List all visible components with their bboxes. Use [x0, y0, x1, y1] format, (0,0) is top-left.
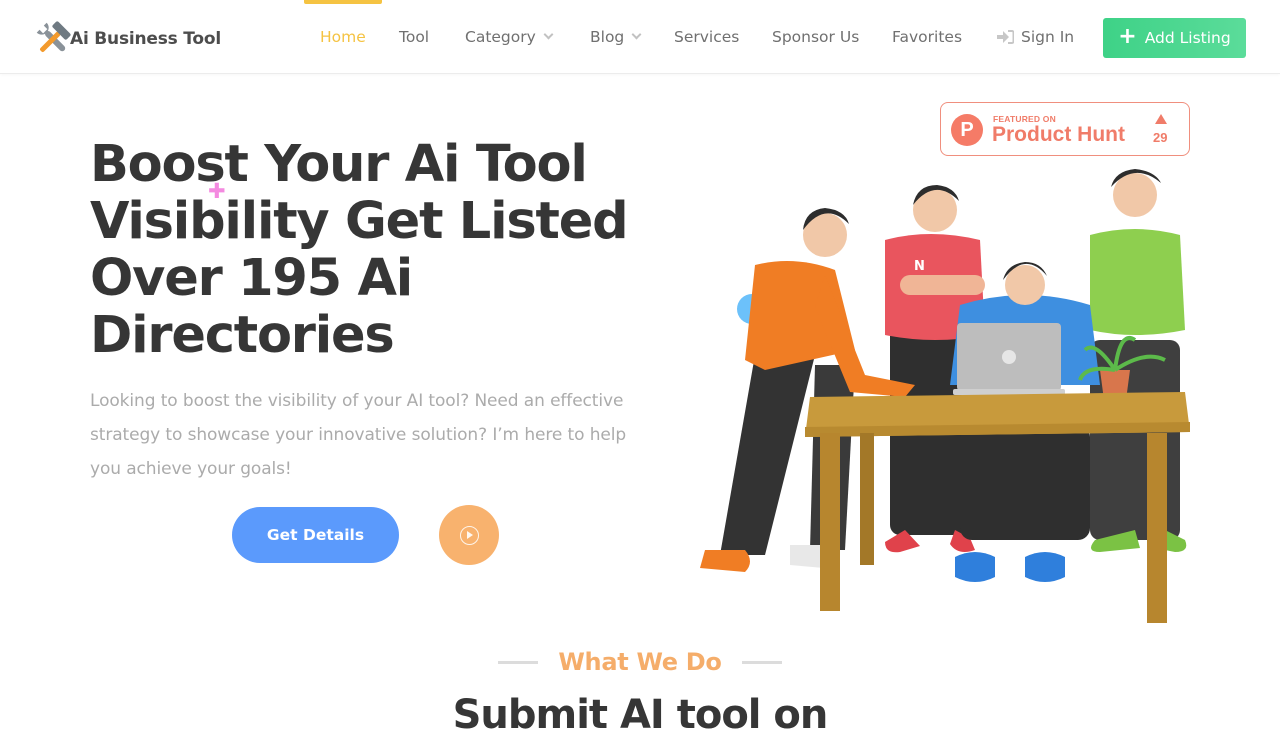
add-listing-button[interactable]: + Add Listing	[1103, 18, 1246, 58]
nav-services-label: Services	[674, 28, 740, 46]
chevron-down-icon	[543, 29, 554, 40]
nav-sponsor-us[interactable]: Sponsor Us	[772, 0, 859, 74]
site-header: Ai Business Tool Home Tool Category Blog…	[0, 0, 1280, 74]
person-orange	[700, 208, 915, 572]
add-listing-label: Add Listing	[1144, 29, 1231, 47]
hero-title-line: Over 195 Ai	[90, 249, 413, 308]
upvote-arrow-icon	[1155, 114, 1167, 124]
get-details-label: Get Details	[266, 526, 365, 544]
nav-tool[interactable]: Tool	[399, 0, 429, 74]
svg-text:N: N	[914, 259, 925, 274]
get-details-button[interactable]: Get Details	[232, 507, 399, 563]
sign-in-icon	[997, 30, 1014, 44]
nav-services[interactable]: Services	[674, 0, 739, 74]
divider	[741, 660, 782, 664]
play-video-button[interactable]	[439, 505, 499, 565]
section-label-text: What We Do	[558, 648, 722, 676]
tools-icon	[36, 21, 71, 52]
nav-blog[interactable]: Blog	[590, 0, 642, 74]
hero-title-line: Directories	[90, 306, 395, 365]
nav-favorites-label: Favorites	[892, 28, 963, 46]
section-label: What We Do	[0, 648, 1280, 676]
nav-home[interactable]: Home	[304, 0, 382, 74]
nav-home-label: Home	[320, 28, 366, 46]
play-icon	[459, 525, 479, 545]
sign-in-link[interactable]: Sign In	[997, 0, 1074, 74]
upvote-count: 29	[1153, 130, 1168, 145]
logo-text: Ai Business Tool	[70, 29, 222, 49]
divider	[498, 660, 539, 664]
nav-blog-label: Blog	[590, 28, 625, 46]
nav-category-label: Category	[465, 28, 536, 46]
hero-title-line: Visibility Get Listed	[90, 192, 629, 251]
section-title: Submit AI tool on	[452, 692, 829, 738]
nav-favorites[interactable]: Favorites	[892, 0, 962, 74]
hero-title: Boost Your Ai Tool Visibility Get Listed…	[90, 136, 650, 364]
product-hunt-name: Product Hunt	[992, 123, 1125, 146]
logo-link[interactable]: Ai Business Tool	[34, 20, 221, 58]
laptop	[953, 323, 1065, 395]
team-illustration: N	[700, 169, 1190, 623]
nav-category[interactable]: Category	[465, 0, 554, 74]
nav-tool-label: Tool	[399, 28, 430, 46]
product-hunt-badge[interactable]: P FEATURED ON Product Hunt 29	[940, 102, 1190, 156]
plus-icon: +	[1118, 24, 1137, 49]
product-hunt-logo-icon: P	[951, 114, 983, 146]
hero-title-line: Boost Your Ai Tool	[90, 135, 588, 194]
nav-sponsor-us-label: Sponsor Us	[772, 28, 860, 46]
chevron-down-icon	[631, 29, 642, 40]
decor-plus-icon: ✚	[208, 179, 226, 203]
hero-description: Looking to boost the visibility of your …	[90, 391, 627, 479]
sign-in-label: Sign In	[1021, 28, 1075, 46]
